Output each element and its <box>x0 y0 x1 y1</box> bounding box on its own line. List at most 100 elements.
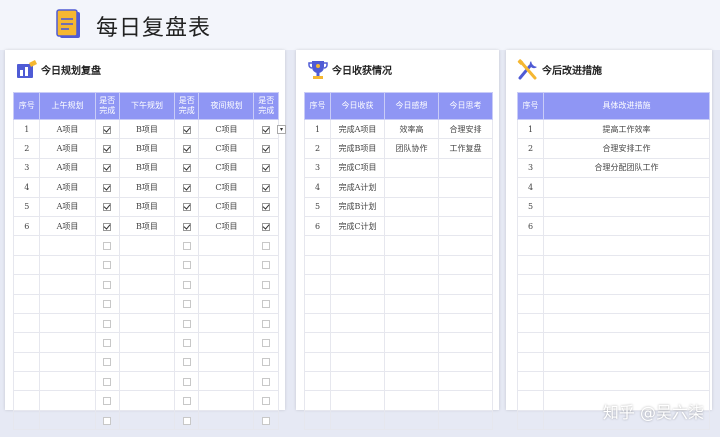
night-plan-cell[interactable] <box>198 351 255 373</box>
night-plan-cell[interactable] <box>198 371 255 392</box>
night-done-checkbox[interactable] <box>262 183 271 192</box>
night-plan-cell[interactable] <box>198 235 255 256</box>
feeling-cell[interactable] <box>384 293 439 314</box>
row-number[interactable]: 1 <box>304 118 331 140</box>
harvest-cell[interactable]: 完成A项目 <box>330 118 385 140</box>
morning-done-checkbox[interactable] <box>103 397 112 406</box>
afternoon-plan-cell[interactable]: B项目 <box>118 118 176 140</box>
afternoon-done-checkbox[interactable] <box>182 261 191 270</box>
improvement-cell[interactable] <box>543 196 710 217</box>
night-done-checkbox[interactable] <box>262 358 271 367</box>
thought-cell[interactable] <box>438 274 493 295</box>
feeling-cell[interactable] <box>384 390 439 411</box>
morning-plan-cell[interactable]: A项目 <box>39 215 96 237</box>
night-done-checkbox[interactable] <box>262 397 271 406</box>
night-done-checkbox[interactable] <box>262 416 271 425</box>
night-plan-cell[interactable] <box>198 390 255 411</box>
night-plan-cell[interactable]: C项目 <box>198 138 255 159</box>
afternoon-plan-cell[interactable]: B项目 <box>118 138 176 159</box>
afternoon-done-checkbox[interactable] <box>182 319 191 328</box>
night-done-checkbox[interactable] <box>262 242 271 251</box>
improvement-cell[interactable] <box>543 293 710 314</box>
thought-cell[interactable] <box>438 409 493 431</box>
thought-cell[interactable] <box>438 177 493 198</box>
harvest-cell[interactable]: 完成A计划 <box>330 177 385 198</box>
row-number[interactable] <box>517 390 544 411</box>
morning-done-checkbox[interactable] <box>103 242 112 251</box>
morning-plan-cell[interactable] <box>39 390 96 411</box>
afternoon-plan-cell[interactable] <box>118 390 176 411</box>
morning-plan-cell[interactable] <box>39 332 96 353</box>
improvement-cell[interactable] <box>543 177 710 198</box>
chevron-down-icon[interactable]: ▾ <box>277 125 286 134</box>
row-number[interactable]: 4 <box>517 177 544 198</box>
harvest-cell[interactable] <box>330 351 385 373</box>
night-plan-cell[interactable] <box>198 409 255 431</box>
afternoon-done-checkbox[interactable] <box>182 125 191 134</box>
morning-plan-cell[interactable]: A项目 <box>39 118 96 140</box>
row-number[interactable] <box>517 235 544 256</box>
afternoon-done-checkbox[interactable] <box>182 222 191 231</box>
feeling-cell[interactable]: 效率高 <box>384 118 439 140</box>
row-number[interactable] <box>517 351 544 373</box>
morning-plan-cell[interactable] <box>39 371 96 392</box>
row-number[interactable] <box>517 312 544 334</box>
row-number[interactable] <box>304 274 331 295</box>
row-number[interactable]: 1 <box>12 118 41 140</box>
night-done-checkbox[interactable] <box>262 377 271 386</box>
thought-cell[interactable] <box>438 390 493 411</box>
morning-plan-cell[interactable] <box>39 409 96 431</box>
row-number[interactable]: 2 <box>304 138 331 159</box>
row-number[interactable] <box>12 390 41 411</box>
night-done-checkbox[interactable] <box>262 338 271 347</box>
row-number[interactable]: 6 <box>12 215 41 237</box>
feeling-cell[interactable] <box>384 274 439 295</box>
afternoon-done-checkbox[interactable] <box>182 338 191 347</box>
morning-plan-cell[interactable]: A项目 <box>39 157 96 179</box>
feeling-cell[interactable] <box>384 177 439 198</box>
feeling-cell[interactable] <box>384 332 439 353</box>
row-number[interactable] <box>12 312 41 334</box>
row-number[interactable] <box>517 274 544 295</box>
harvest-cell[interactable]: 完成C项目 <box>330 157 385 179</box>
row-number[interactable] <box>517 254 544 276</box>
improvement-cell[interactable] <box>543 332 710 353</box>
row-number[interactable] <box>304 371 331 392</box>
row-number[interactable] <box>304 293 331 314</box>
afternoon-done-checkbox[interactable] <box>182 164 191 173</box>
thought-cell[interactable] <box>438 215 493 237</box>
morning-done-checkbox[interactable] <box>103 358 112 367</box>
thought-cell[interactable] <box>438 351 493 373</box>
night-plan-cell[interactable]: C项目 <box>198 157 255 179</box>
morning-done-checkbox[interactable] <box>103 222 112 231</box>
row-number[interactable] <box>12 254 41 276</box>
row-number[interactable] <box>517 293 544 314</box>
night-done-checkbox[interactable] <box>262 280 271 289</box>
feeling-cell[interactable] <box>384 157 439 179</box>
row-number[interactable] <box>304 254 331 276</box>
morning-done-checkbox[interactable] <box>103 145 112 154</box>
morning-done-checkbox[interactable] <box>103 261 112 270</box>
afternoon-plan-cell[interactable] <box>118 254 176 276</box>
night-plan-cell[interactable]: C项目 <box>198 177 255 198</box>
morning-done-checkbox[interactable] <box>103 338 112 347</box>
feeling-cell[interactable] <box>384 312 439 334</box>
afternoon-done-checkbox[interactable] <box>182 242 191 251</box>
afternoon-plan-cell[interactable] <box>118 235 176 256</box>
night-plan-cell[interactable] <box>198 274 255 295</box>
morning-plan-cell[interactable]: A项目 <box>39 138 96 159</box>
morning-plan-cell[interactable] <box>39 351 96 373</box>
morning-plan-cell[interactable] <box>39 254 96 276</box>
harvest-cell[interactable] <box>330 332 385 353</box>
thought-cell[interactable]: 合理安排 <box>438 118 493 140</box>
morning-done-checkbox[interactable] <box>103 203 112 212</box>
afternoon-plan-cell[interactable] <box>118 274 176 295</box>
improvement-cell[interactable]: 合理分配团队工作 <box>543 157 710 179</box>
night-plan-cell[interactable]: C项目 <box>198 215 255 237</box>
thought-cell[interactable] <box>438 196 493 217</box>
harvest-cell[interactable] <box>330 293 385 314</box>
row-number[interactable]: 1 <box>517 118 544 140</box>
morning-done-checkbox[interactable] <box>103 319 112 328</box>
night-done-checkbox[interactable] <box>262 164 271 173</box>
row-number[interactable] <box>304 312 331 334</box>
